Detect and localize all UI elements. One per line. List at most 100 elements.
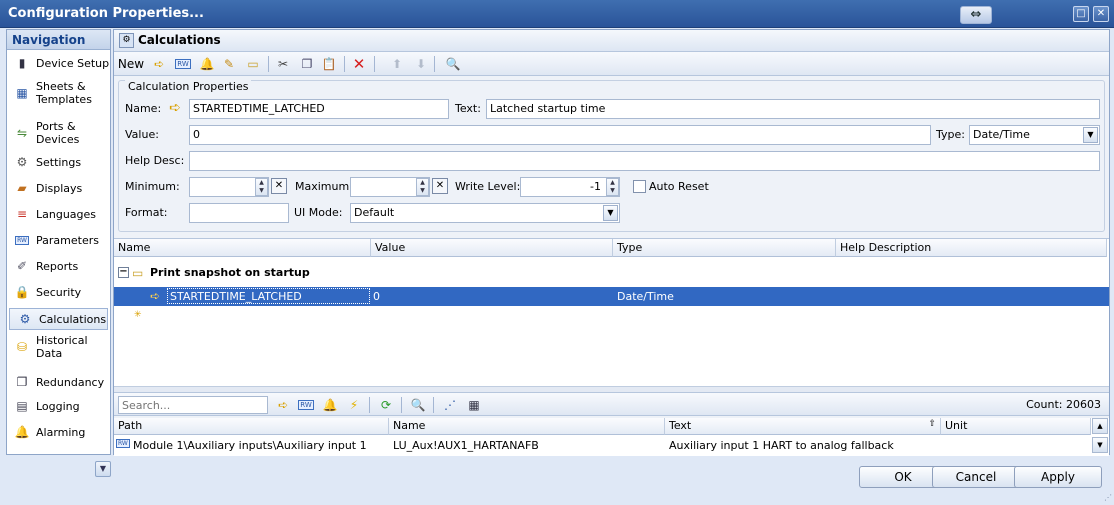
cancel-button[interactable]: Cancel <box>932 466 1020 488</box>
new-row-icon[interactable]: ✳ <box>134 310 142 320</box>
lightning-icon[interactable]: ⚡ <box>345 396 363 414</box>
calculation-icon: ➪ <box>150 289 161 303</box>
reports-icon: ✐ <box>16 259 28 273</box>
settings-icon: ⚙ <box>16 155 28 169</box>
sidebar-item-device[interactable]: ▮ Device Setup <box>7 53 110 73</box>
calculation-icon[interactable]: ➪ <box>274 396 292 414</box>
collapse-icon[interactable]: − <box>118 267 129 278</box>
text-field[interactable]: Latched startup time <box>486 99 1100 119</box>
chevron-down-icon[interactable]: ▼ <box>95 461 111 477</box>
maximum-spinner[interactable]: ▲ ▼ <box>416 178 429 196</box>
rw-icon[interactable]: RW <box>297 396 315 414</box>
folder-icon[interactable]: ▭ <box>244 55 262 73</box>
pencil-icon[interactable]: ✎ <box>220 55 238 73</box>
minimum-clear-button[interactable]: ✕ <box>271 178 287 194</box>
minimum-label: Minimum: <box>125 180 180 193</box>
group-row[interactable]: − ▭ Print snapshot on startup <box>114 263 1109 283</box>
alarm-icon[interactable]: 🔔 <box>198 55 216 73</box>
column-header-type[interactable]: Type <box>613 239 836 257</box>
ui-mode-label: UI Mode: <box>294 206 343 219</box>
sidebar-item-alarming[interactable]: 🔔 Alarming <box>7 422 110 442</box>
write-level-field[interactable]: -1 <box>520 177 620 197</box>
chevron-down-icon[interactable]: ▼ <box>603 205 618 221</box>
value-field[interactable]: 0 <box>189 125 931 145</box>
help-desc-field[interactable] <box>189 151 1100 171</box>
column-header-name[interactable]: Name <box>114 239 371 257</box>
rw-icon[interactable]: RW <box>174 55 192 73</box>
sidebar-item-languages[interactable]: ≡ Languages <box>7 204 110 224</box>
sort-icon: ⇧ <box>928 419 936 429</box>
column-header-unit[interactable]: Unit <box>941 418 1091 435</box>
sidebar-item-label: Redundancy <box>36 375 105 389</box>
name-field[interactable]: STARTEDTIME_LATCHED <box>189 99 449 119</box>
table-row[interactable]: ➪ STARTEDTIME_LATCHED 0 Date/Time <box>114 287 1109 306</box>
ui-mode-select[interactable]: Default ▼ <box>350 203 620 223</box>
bottom-grid: Path Name Text ⇧ Unit ▲ RW Module 1\Auxi… <box>114 418 1109 456</box>
maximum-clear-button[interactable]: ✕ <box>432 178 448 194</box>
sidebar-item-security[interactable]: 🔒 Security <box>7 282 110 302</box>
column-header-text[interactable]: Text ⇧ <box>665 418 941 435</box>
new-button[interactable]: New <box>118 55 144 73</box>
search-bar: ➪ RW 🔔 ⚡ ⟳ 🔍 ⋰ ▦ Count: 20603 <box>114 392 1109 416</box>
type-select[interactable]: Date/Time ▼ <box>969 125 1100 145</box>
sidebar-item-sheets[interactable]: ▦ Sheets & Templates <box>7 78 110 108</box>
minimum-spinner[interactable]: ▲ ▼ <box>255 178 268 196</box>
sidebar-item-calculations[interactable]: ⚙ Calculations <box>9 308 108 330</box>
group-label: Print snapshot on startup <box>150 266 310 279</box>
search-input[interactable] <box>118 396 268 414</box>
close-button[interactable]: ✕ <box>1093 6 1109 22</box>
maximize-button[interactable]: □ <box>1073 6 1089 22</box>
sidebar-item-displays[interactable]: ▰ Displays <box>7 178 110 198</box>
arrow-up-icon[interactable]: ⬆ <box>388 55 406 73</box>
sidebar-item-label: Settings <box>36 155 82 169</box>
panel-title: Calculations <box>138 33 221 47</box>
calculations-icon: ⚙ <box>119 33 134 48</box>
sidebar-item-ports[interactable]: ⇋ Ports & Devices <box>7 118 110 148</box>
sidebar-item-historical[interactable]: ⛁ Historical Data <box>7 332 110 362</box>
apply-button[interactable]: Apply <box>1014 466 1102 488</box>
find-icon[interactable]: 🔍 <box>444 55 462 73</box>
resize-icon[interactable]: ⇔ <box>960 6 992 24</box>
write-level-label: Write Level: <box>455 180 521 193</box>
lock-icon: 🔒 <box>14 285 30 299</box>
sheets-icon: ▦ <box>16 86 28 100</box>
table-icon[interactable]: ▦ <box>465 396 483 414</box>
alarm-icon[interactable]: 🔔 <box>321 396 339 414</box>
new-calc-icon[interactable]: ➪ <box>150 55 168 73</box>
column-header-path[interactable]: Path <box>114 418 389 435</box>
sidebar-item-parameters[interactable]: RW Parameters <box>7 230 110 250</box>
copy-icon[interactable]: ❐ <box>298 55 316 73</box>
tree-icon[interactable]: ⋰ <box>441 396 459 414</box>
sidebar-item-reports[interactable]: ✐ Reports <box>7 256 110 276</box>
refresh-icon[interactable]: ⟳ <box>377 396 395 414</box>
column-header-value[interactable]: Value <box>371 239 613 257</box>
sidebar-item-settings[interactable]: ⚙ Settings <box>7 152 110 172</box>
table-row[interactable]: RW Module 1\Auxiliary inputs\Auxiliary i… <box>114 436 1091 454</box>
scroll-up-icon[interactable]: ▲ <box>1092 418 1108 434</box>
arrow-down-icon[interactable]: ⬇ <box>412 55 430 73</box>
scroll-down-icon[interactable]: ▼ <box>1092 437 1108 453</box>
sidebar-item-redundancy[interactable]: ❐ Redundancy <box>7 372 110 392</box>
write-level-spinner[interactable]: ▲ ▼ <box>606 178 619 196</box>
cut-icon[interactable]: ✂ <box>274 55 292 73</box>
sidebar-item-logging[interactable]: ▤ Logging <box>7 396 110 416</box>
help-desc-label: Help Desc: <box>125 154 185 167</box>
paste-icon[interactable]: 📋 <box>320 55 338 73</box>
sidebar-item-label: Displays <box>36 181 83 195</box>
column-header-help[interactable]: Help Description <box>836 239 1107 257</box>
text-label: Text: <box>455 102 481 115</box>
delete-icon[interactable]: ✕ <box>350 55 368 73</box>
historical-icon: ⛁ <box>16 340 28 354</box>
chevron-down-icon[interactable]: ▼ <box>1083 127 1098 143</box>
column-header-name[interactable]: Name <box>389 418 665 435</box>
auto-reset-checkbox[interactable] <box>633 180 646 193</box>
ports-icon: ⇋ <box>16 126 28 140</box>
format-field[interactable] <box>189 203 289 223</box>
preview-icon[interactable]: 🔍 <box>409 396 427 414</box>
row-name: LU_Aux!AUX1_HARTANAFB <box>393 439 539 452</box>
sidebar-item-label: Security <box>36 285 82 299</box>
resize-grip-icon[interactable]: ⋰ <box>1104 494 1112 502</box>
languages-icon: ≡ <box>16 207 28 221</box>
count-label: Count: 20603 <box>1026 398 1101 411</box>
rw-icon: RW <box>15 235 29 245</box>
